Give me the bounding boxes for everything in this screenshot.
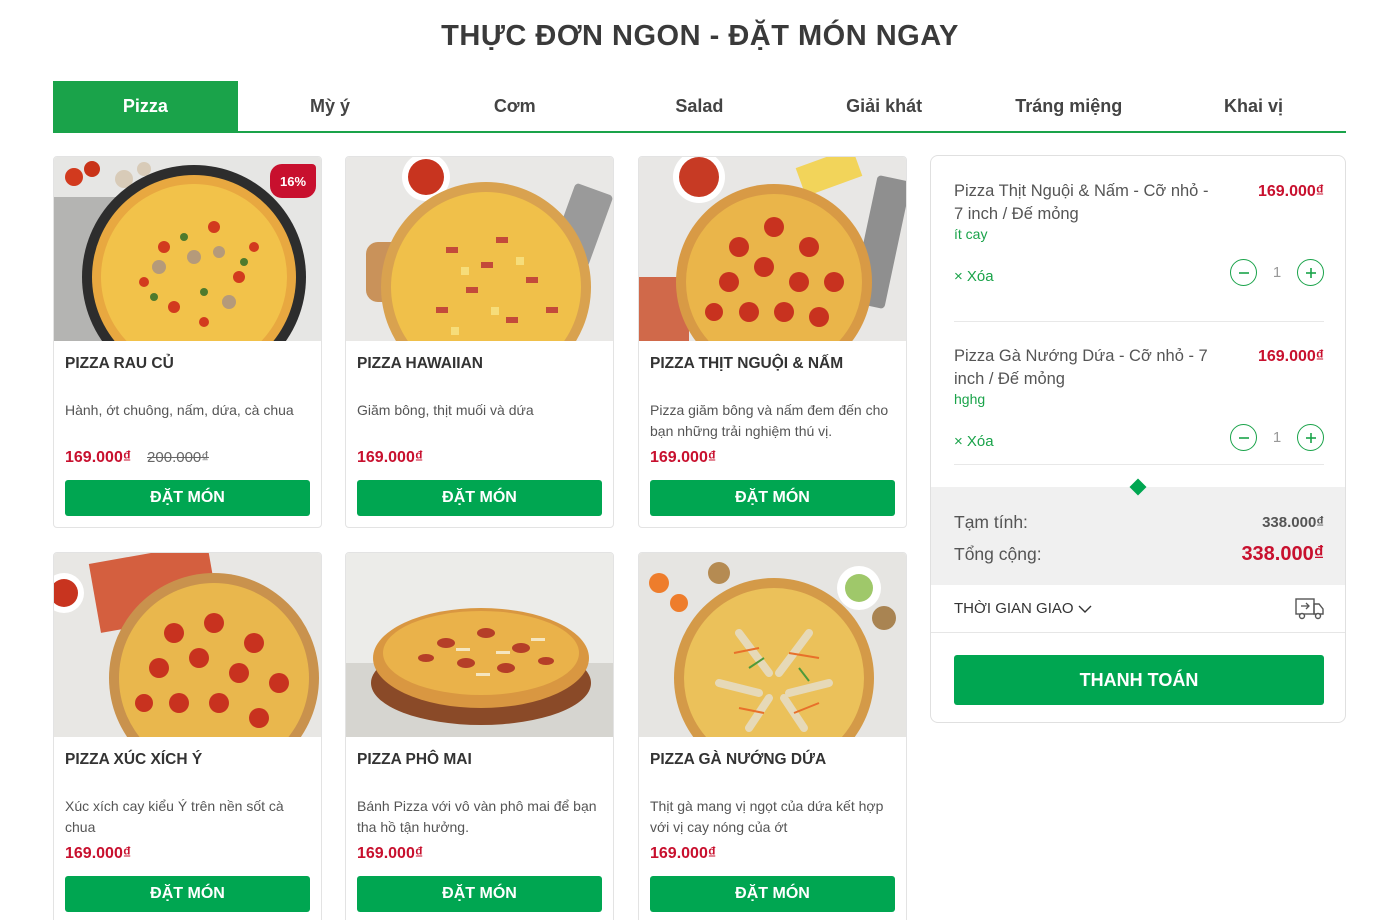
- tab-pizza[interactable]: Pizza: [53, 81, 238, 131]
- tab-com[interactable]: Cơm: [422, 81, 607, 131]
- delivery-time-label: THỜI GIAN GIAO: [954, 600, 1074, 617]
- tab-giai-khat[interactable]: Giải khát: [792, 81, 977, 131]
- cart-item: Pizza Thịt Nguội & Nấm - Cỡ nhỏ - 7 inch…: [954, 180, 1324, 300]
- cart-panel: Pizza Thịt Nguội & Nấm - Cỡ nhỏ - 7 inch…: [930, 155, 1346, 723]
- product-price: 169.000₫: [357, 845, 424, 862]
- subtotal-row: Tạm tính: 338.000₫: [954, 512, 1324, 533]
- cart-item-name: Pizza Thịt Nguội & Nấm - Cỡ nhỏ - 7 inch…: [954, 182, 1209, 223]
- cart-summary: Tạm tính: 338.000₫ Tổng cộng: 338.000₫: [931, 478, 1345, 585]
- price-row: 169.000₫: [65, 845, 131, 863]
- remove-button[interactable]: × Xóa: [954, 268, 994, 285]
- product-name[interactable]: PIZZA GÀ NƯỚNG DỨA: [650, 751, 826, 769]
- product-description: Bánh Pizza với vô vàn phô mai để bạn tha…: [357, 798, 597, 835]
- quantity-value: 1: [1272, 429, 1282, 446]
- product-price: 169.000₫: [65, 845, 132, 862]
- product-card: 16% PIZZA RAU CỦ Hành, ớt chuông, nấm, d…: [53, 156, 322, 528]
- price-row: 169.000₫: [357, 845, 423, 863]
- tab-khai-vi[interactable]: Khai vị: [1161, 81, 1346, 131]
- total-label: Tổng cộng:: [954, 544, 1042, 564]
- product-description: Giăm bông, thịt muối và dứa: [357, 402, 534, 418]
- product-description: Pizza giăm bông và nấm đem đến cho bạn n…: [650, 402, 889, 439]
- subtotal-label: Tạm tính:: [954, 512, 1028, 532]
- category-tabs: Pizza Mỳ ý Cơm Salad Giải khát Tráng miệ…: [53, 81, 1346, 133]
- quantity-stepper: 1: [1230, 424, 1324, 451]
- diamond-icon: [1129, 478, 1147, 496]
- product-description: Thịt gà mang vị ngọt của dứa kết hợp với…: [650, 798, 884, 835]
- minus-icon[interactable]: [1230, 424, 1257, 451]
- quantity-value: 1: [1272, 264, 1282, 281]
- product-card: PIZZA HAWAIIAN Giăm bông, thịt muối và d…: [345, 156, 614, 528]
- page-title: THỰC ĐƠN NGON - ĐẶT MÓN NGAY: [441, 20, 959, 52]
- order-button[interactable]: ĐẶT MÓN: [650, 876, 895, 912]
- price-row: 169.000₫ 200.000₫: [65, 449, 209, 467]
- discount-badge: 16%: [270, 164, 316, 198]
- cart-item-price: 169.000₫: [1257, 348, 1324, 365]
- truck-icon: [1295, 597, 1325, 626]
- product-name[interactable]: PIZZA PHÔ MAI: [357, 751, 472, 769]
- remove-button[interactable]: × Xóa: [954, 433, 994, 450]
- total-value: 338.000₫: [1241, 543, 1324, 565]
- product-description: Xúc xích cay kiểu Ý trên nền sốt cà chua: [65, 798, 284, 835]
- delivery-time-dropdown[interactable]: THỜI GIAN GIAO: [954, 600, 1092, 617]
- price-row: 169.000₫: [650, 449, 716, 467]
- divider: [954, 464, 1324, 465]
- order-button[interactable]: ĐẶT MÓN: [65, 876, 310, 912]
- order-button[interactable]: ĐẶT MÓN: [357, 480, 602, 516]
- cart-item-note: ít cay: [954, 226, 988, 242]
- product-image[interactable]: [639, 157, 906, 341]
- product-description: Hành, ớt chuông, nấm, dứa, cà chua: [65, 402, 294, 418]
- product-card: PIZZA XÚC XÍCH Ý Xúc xích cay kiểu Ý trê…: [53, 552, 322, 920]
- product-name[interactable]: PIZZA HAWAIIAN: [357, 355, 483, 373]
- product-image[interactable]: [639, 553, 906, 737]
- tab-my-y[interactable]: Mỳ ý: [238, 81, 423, 131]
- delivery-time-row[interactable]: THỜI GIAN GIAO: [931, 585, 1345, 633]
- minus-icon[interactable]: [1230, 259, 1257, 286]
- product-name[interactable]: PIZZA XÚC XÍCH Ý: [65, 751, 202, 769]
- product-old-price: 200.000₫: [147, 449, 209, 466]
- order-button[interactable]: ĐẶT MÓN: [650, 480, 895, 516]
- cart-item-note: hghg: [954, 391, 986, 407]
- cart-item: Pizza Gà Nướng Dứa - Cỡ nhỏ - 7 inch / Đ…: [954, 345, 1324, 465]
- chevron-down-icon: [1078, 605, 1092, 613]
- total-row: Tổng cộng: 338.000₫: [954, 543, 1324, 566]
- product-price: 169.000₫: [650, 845, 717, 862]
- product-card: PIZZA PHÔ MAI Bánh Pizza với vô vàn phô …: [345, 552, 614, 920]
- product-image[interactable]: [346, 553, 613, 737]
- order-button[interactable]: ĐẶT MÓN: [357, 876, 602, 912]
- product-image[interactable]: [54, 553, 321, 737]
- price-row: 169.000₫: [357, 449, 423, 467]
- product-image[interactable]: [346, 157, 613, 341]
- checkout-button[interactable]: THANH TOÁN: [954, 655, 1324, 705]
- product-name[interactable]: PIZZA THỊT NGUỘI & NẤM: [650, 355, 843, 373]
- divider: [954, 321, 1324, 322]
- product-card: PIZZA THỊT NGUỘI & NẤM Pizza giăm bông v…: [638, 156, 907, 528]
- product-price: 169.000₫: [650, 449, 717, 466]
- plus-icon[interactable]: [1297, 259, 1324, 286]
- product-name[interactable]: PIZZA RAU CỦ: [65, 355, 174, 373]
- product-image[interactable]: 16%: [54, 157, 321, 341]
- subtotal-value: 338.000₫: [1262, 514, 1324, 531]
- tab-salad[interactable]: Salad: [607, 81, 792, 131]
- tab-trang-mieng[interactable]: Tráng miệng: [976, 81, 1161, 131]
- product-card: PIZZA GÀ NƯỚNG DỨA Thịt gà mang vị ngọt …: [638, 552, 907, 920]
- cart-item-name: Pizza Gà Nướng Dứa - Cỡ nhỏ - 7 inch / Đ…: [954, 347, 1208, 388]
- product-price: 169.000₫: [357, 449, 424, 466]
- order-button[interactable]: ĐẶT MÓN: [65, 480, 310, 516]
- product-price: 169.000₫: [65, 449, 132, 466]
- quantity-stepper: 1: [1230, 259, 1324, 286]
- cart-item-price: 169.000₫: [1257, 183, 1324, 200]
- plus-icon[interactable]: [1297, 424, 1324, 451]
- price-row: 169.000₫: [650, 845, 716, 863]
